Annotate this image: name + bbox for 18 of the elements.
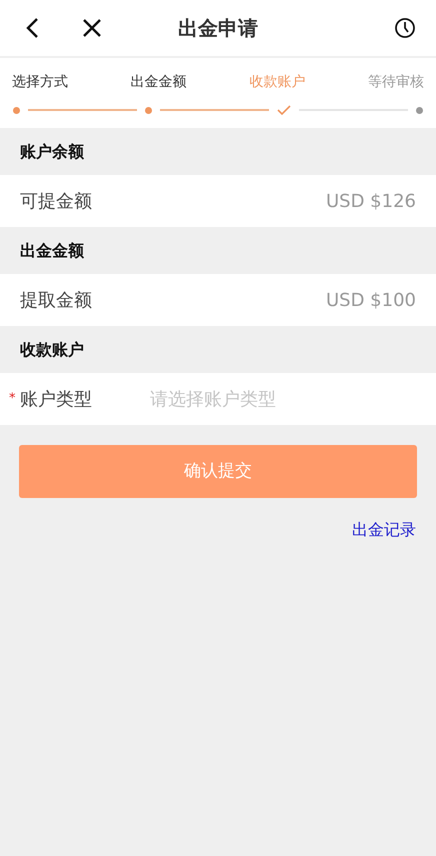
account-type-select[interactable]: 请选择账户类型 [150,386,416,412]
account-type-field[interactable]: * 账户类型 请选择账户类型 [0,373,436,425]
amount-value: USD $100 [326,288,416,312]
amount-value: USD $126 [326,190,416,214]
section-heading: 出金金额 [20,240,84,262]
records-link[interactable]: 出金记录 [352,518,416,542]
field-label: 可提金额 [20,190,92,214]
page-title: 出金申请 [178,15,258,42]
step-label: 收款账户 [249,73,306,92]
field-label: 提取金额 [20,288,92,312]
required-mark: * [9,390,16,408]
step-label: 出金金额 [130,73,187,92]
step-label: 等待审核 [368,73,424,92]
field-label: 账户类型 [20,388,92,412]
step-label: 选择方式 [12,73,68,92]
section-heading: 账户余额 [20,140,84,162]
clock-icon[interactable] [394,17,416,39]
section-heading: 收款账户 [20,338,84,360]
